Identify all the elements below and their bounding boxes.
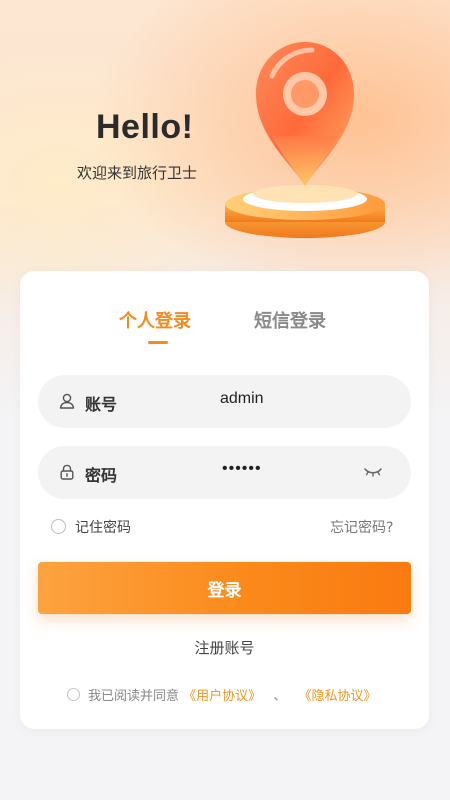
login-card: 个人登录 短信登录 账号 admin 密码 •••••• 记住密码 忘记密码? … bbox=[20, 271, 429, 729]
remember-password-label[interactable]: 记住密码 bbox=[75, 517, 131, 537]
login-button[interactable]: 登录 bbox=[38, 562, 411, 614]
password-label: 密码 bbox=[85, 466, 118, 485]
user-icon bbox=[59, 393, 75, 409]
tab-sms-login[interactable]: 短信登录 bbox=[254, 307, 326, 333]
username-label: 账号 bbox=[85, 395, 118, 414]
active-tab-indicator bbox=[148, 341, 168, 344]
agreement-row: 我已阅读并同意 《用户协议》 、 《隐私协议》 bbox=[88, 685, 376, 704]
username-field[interactable]: 账号 admin bbox=[38, 375, 411, 428]
user-agreement-link[interactable]: 《用户协议》 bbox=[183, 689, 261, 704]
username-input[interactable]: admin bbox=[220, 390, 264, 408]
eye-closed-icon[interactable] bbox=[363, 464, 383, 480]
login-tabs: 个人登录 短信登录 bbox=[20, 307, 429, 347]
lock-icon bbox=[60, 464, 74, 480]
agreement-checkbox[interactable] bbox=[67, 688, 80, 701]
hero-title: Hello! bbox=[96, 108, 194, 146]
forgot-password-link[interactable]: 忘记密码? bbox=[330, 517, 393, 537]
agreement-separator: 、 bbox=[273, 689, 287, 704]
password-input[interactable]: •••••• bbox=[222, 460, 262, 478]
privacy-policy-link[interactable]: 《隐私协议》 bbox=[298, 689, 376, 704]
remember-password-checkbox[interactable] bbox=[51, 519, 66, 534]
agreement-text: 我已阅读并同意 bbox=[88, 689, 180, 704]
password-field[interactable]: 密码 •••••• bbox=[38, 446, 411, 499]
tab-personal-login[interactable]: 个人登录 bbox=[119, 307, 191, 333]
register-account-link[interactable]: 注册账号 bbox=[20, 637, 429, 658]
location-pin-icon bbox=[225, 42, 385, 238]
hero-subtitle: 欢迎来到旅行卫士 bbox=[77, 164, 198, 182]
